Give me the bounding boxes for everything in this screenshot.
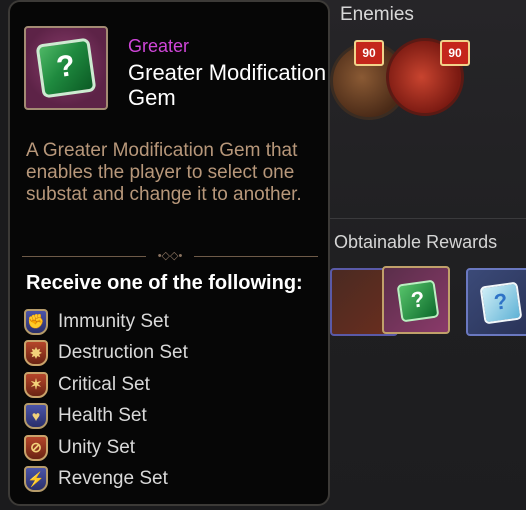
enemy-level-badge: 90 <box>440 40 470 66</box>
rewards-title: Obtainable Rewards <box>334 232 498 252</box>
gem-icon: ? <box>479 281 523 325</box>
item-tooltip: ? Greater Greater Modification Gem A Gre… <box>8 0 330 506</box>
unity-icon: ⊘ <box>24 434 48 461</box>
set-option-immunity: ✊ Immunity Set <box>24 306 188 338</box>
separator-ornament-icon: •◇◇• <box>146 250 194 262</box>
item-description: A Greater Modification Gem that enables … <box>26 140 302 205</box>
set-label: Health Set <box>58 405 147 427</box>
critical-icon: ✶ <box>24 371 48 398</box>
item-name: Greater Modification Gem <box>128 60 327 110</box>
set-option-unity: ⊘ Unity Set <box>24 432 188 464</box>
receive-heading: Receive one of the following: <box>26 272 303 294</box>
modification-gem-icon: ? <box>35 37 97 99</box>
item-grade: Greater <box>128 36 190 56</box>
item-icon-frame: ? <box>24 26 108 110</box>
set-option-health: ♥ Health Set <box>24 401 188 433</box>
destruction-icon: ✸ <box>24 340 48 367</box>
set-option-revenge: ⚡ Revenge Set <box>24 464 188 496</box>
immunity-icon: ✊ <box>24 308 48 335</box>
set-option-destruction: ✸ Destruction Set <box>24 338 188 370</box>
enemy-level-badge: 90 <box>354 40 384 66</box>
reward-item-modification-gem[interactable]: ? <box>382 266 450 334</box>
reward-item-gem[interactable]: ? <box>466 268 526 336</box>
set-label: Unity Set <box>58 436 136 458</box>
gem-icon: ? <box>396 279 440 323</box>
set-label: Critical Set <box>58 373 150 395</box>
enemies-title: Enemies <box>340 4 414 25</box>
set-label: Immunity Set <box>58 310 169 332</box>
set-label: Destruction Set <box>58 342 188 364</box>
set-list: ✊ Immunity Set ✸ Destruction Set ✶ Criti… <box>24 306 188 495</box>
revenge-icon: ⚡ <box>24 466 48 493</box>
set-label: Revenge Set <box>58 468 168 490</box>
section-divider <box>330 218 526 219</box>
health-icon: ♥ <box>24 403 48 430</box>
set-option-critical: ✶ Critical Set <box>24 369 188 401</box>
